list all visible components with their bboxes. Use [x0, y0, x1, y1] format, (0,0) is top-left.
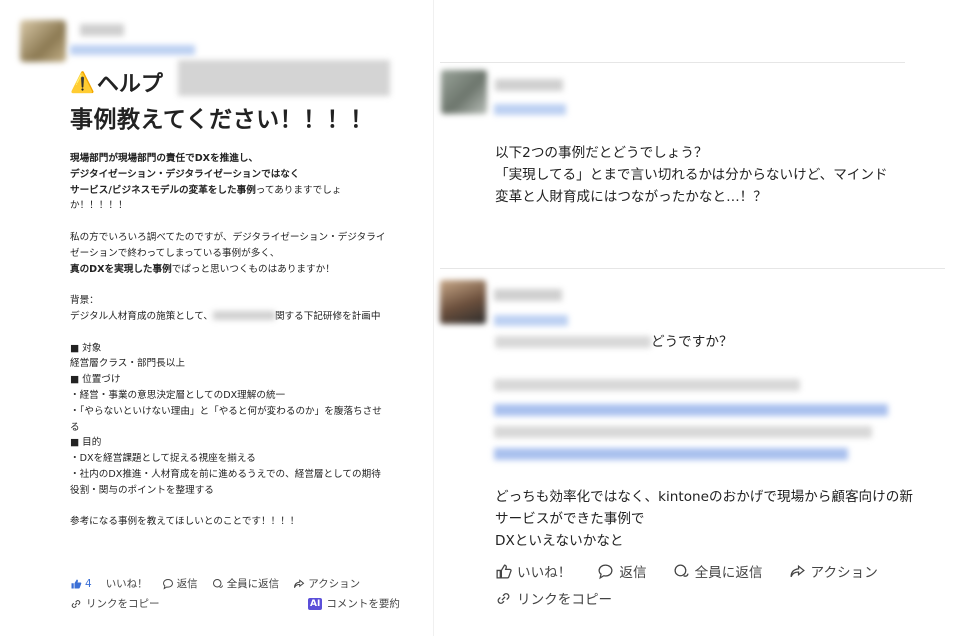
post-title-line2: 事例教えてください！！！！ [70, 107, 374, 133]
thumbs-up-icon [496, 563, 512, 579]
divider [440, 62, 905, 63]
reply-button[interactable]: 返信 [162, 576, 198, 591]
body-line: ■ 目的 [70, 437, 102, 449]
reply-all-button[interactable]: 全員に返信 [212, 576, 279, 591]
redacted-link[interactable] [494, 404, 888, 416]
comment-line: 「実現してる」とまで言い切れるかは分からないけど、マインド [495, 167, 888, 183]
comment-line: 以下2つの事例だとどうでしょう？ [495, 145, 708, 161]
redacted-link[interactable] [494, 448, 848, 460]
redacted-text [495, 336, 651, 348]
original-post: ⚠️ ヘルプ 事例教えてください！！！！ 現場部門が現場部門の責任でDXを推進し… [0, 0, 432, 636]
like-count: 4 [85, 577, 92, 590]
body-line: 真のDXを実現した事例でぱっと思いつくものはありますか！ [70, 263, 335, 275]
body-line: か！！！！！ [70, 200, 128, 212]
body-line: 私の方でいろいろ調べてたのですが、デジタライゼーション・デジタライ [70, 231, 386, 243]
like-label-button[interactable]: いいね！ [106, 576, 148, 591]
reply-all-button[interactable]: 全員に返信 [673, 561, 763, 581]
comment-line: どうですか？ [495, 331, 733, 353]
comment-body-cont: どっちも効率化ではなく、kintoneのおかげで現場から顧客向けの新 サービスが… [495, 486, 913, 552]
ai-badge-icon: AI [308, 597, 323, 610]
body-line: 現場部門が現場部門の責任でDXを推進し、 [70, 153, 259, 164]
body-line: ■ 位置づけ [70, 374, 121, 386]
comment-actions: いいね！ 返信 全員に返信 アクション [495, 561, 878, 581]
body-line: 背景： [70, 295, 99, 307]
body-line: ■ 対象 [70, 342, 102, 354]
body-line: ゼーションで終わってしまっている事例が多く、 [70, 247, 280, 259]
like-button[interactable]: 4 [70, 576, 92, 591]
author-name-redacted[interactable] [80, 24, 124, 36]
body-line: る [70, 421, 80, 433]
body-line: ・「やらないといけない理由」と「やると何が変わるのか」を腹落ちさせ [70, 405, 382, 417]
body-line: 参考になる事例を教えてほしいとのことです！！！！ [70, 516, 300, 528]
body-line: デジタイゼーション・デジタライゼーションではなく [70, 168, 300, 180]
reply-button[interactable]: 返信 [597, 561, 647, 581]
share-arrow-icon [294, 578, 305, 588]
title-redacted [178, 60, 390, 96]
multi-bubble-icon [212, 578, 223, 588]
multi-bubble-icon [674, 563, 689, 577]
action-button[interactable]: アクション [789, 561, 878, 581]
panel-divider [433, 0, 434, 636]
thumbs-up-icon [71, 579, 82, 588]
speech-bubble-icon [162, 578, 173, 590]
body-line: 経営層クラス・部門長以上 [70, 358, 185, 370]
action-button[interactable]: アクション [293, 576, 360, 591]
author-dept-redacted[interactable] [494, 315, 568, 326]
body-line: ・DXを経営課題として捉える視座を揃える [70, 453, 256, 465]
body-line: ・経営・事業の意思決定層としてのDX理解の統一 [70, 389, 286, 401]
body-line: ・社内のDX推進・人材育成を前に進めるうえでの、経営層としての期待 [70, 468, 381, 480]
redacted-text [212, 311, 275, 321]
redacted-text [494, 426, 872, 438]
redacted-text [494, 379, 800, 391]
author-name-redacted[interactable] [494, 289, 562, 301]
copy-link-button[interactable]: リンクをコピー [495, 588, 612, 608]
divider [440, 268, 945, 269]
post-actions: 4 いいね！ 返信 全員に返信 アクション [70, 576, 360, 591]
summarize-comments-button[interactable]: AI コメントを要約 [308, 596, 400, 611]
link-icon [497, 592, 510, 604]
comment-line: DXといえないかなと [495, 533, 624, 549]
author-dept-redacted[interactable] [70, 45, 195, 55]
link-icon [71, 599, 81, 608]
avatar[interactable] [20, 20, 66, 62]
like-button[interactable]: いいね！ [495, 561, 571, 581]
avatar[interactable] [440, 280, 486, 324]
comment-body: どうですか？ [495, 331, 733, 353]
body-line: サービス/ビジネスモデルの変革をした事例ってありますでしょ [70, 184, 342, 196]
avatar[interactable] [441, 70, 487, 114]
comment-line: 変革と人財育成にはつながったかなと…！？ [495, 189, 767, 205]
body-line: 役割・関与のポイントを整理する [70, 484, 214, 496]
author-dept-redacted[interactable] [494, 104, 566, 115]
post-body: 現場部門が現場部門の責任でDXを推進し、 デジタイゼーション・デジタライゼーショ… [70, 151, 420, 530]
post-title-line1: ⚠️ ヘルプ [70, 70, 163, 97]
comment-line: サービスができた事例で [495, 511, 645, 527]
share-arrow-icon [790, 564, 805, 577]
body-line: デジタル人材育成の施策として、 関する下記研修を計画中 [70, 310, 381, 322]
author-name-redacted[interactable] [495, 79, 563, 91]
comment-line: どっちも効率化ではなく、kintoneのおかげで現場から顧客向けの新 [495, 489, 913, 505]
speech-bubble-icon [598, 563, 613, 579]
warning-icon: ⚠️ [70, 70, 95, 94]
copy-link-button[interactable]: リンクをコピー [70, 596, 160, 611]
comment-body: 以下2つの事例だとどうでしょう？ 「実現してる」とまで言い切れるかは分からないけ… [495, 142, 888, 208]
